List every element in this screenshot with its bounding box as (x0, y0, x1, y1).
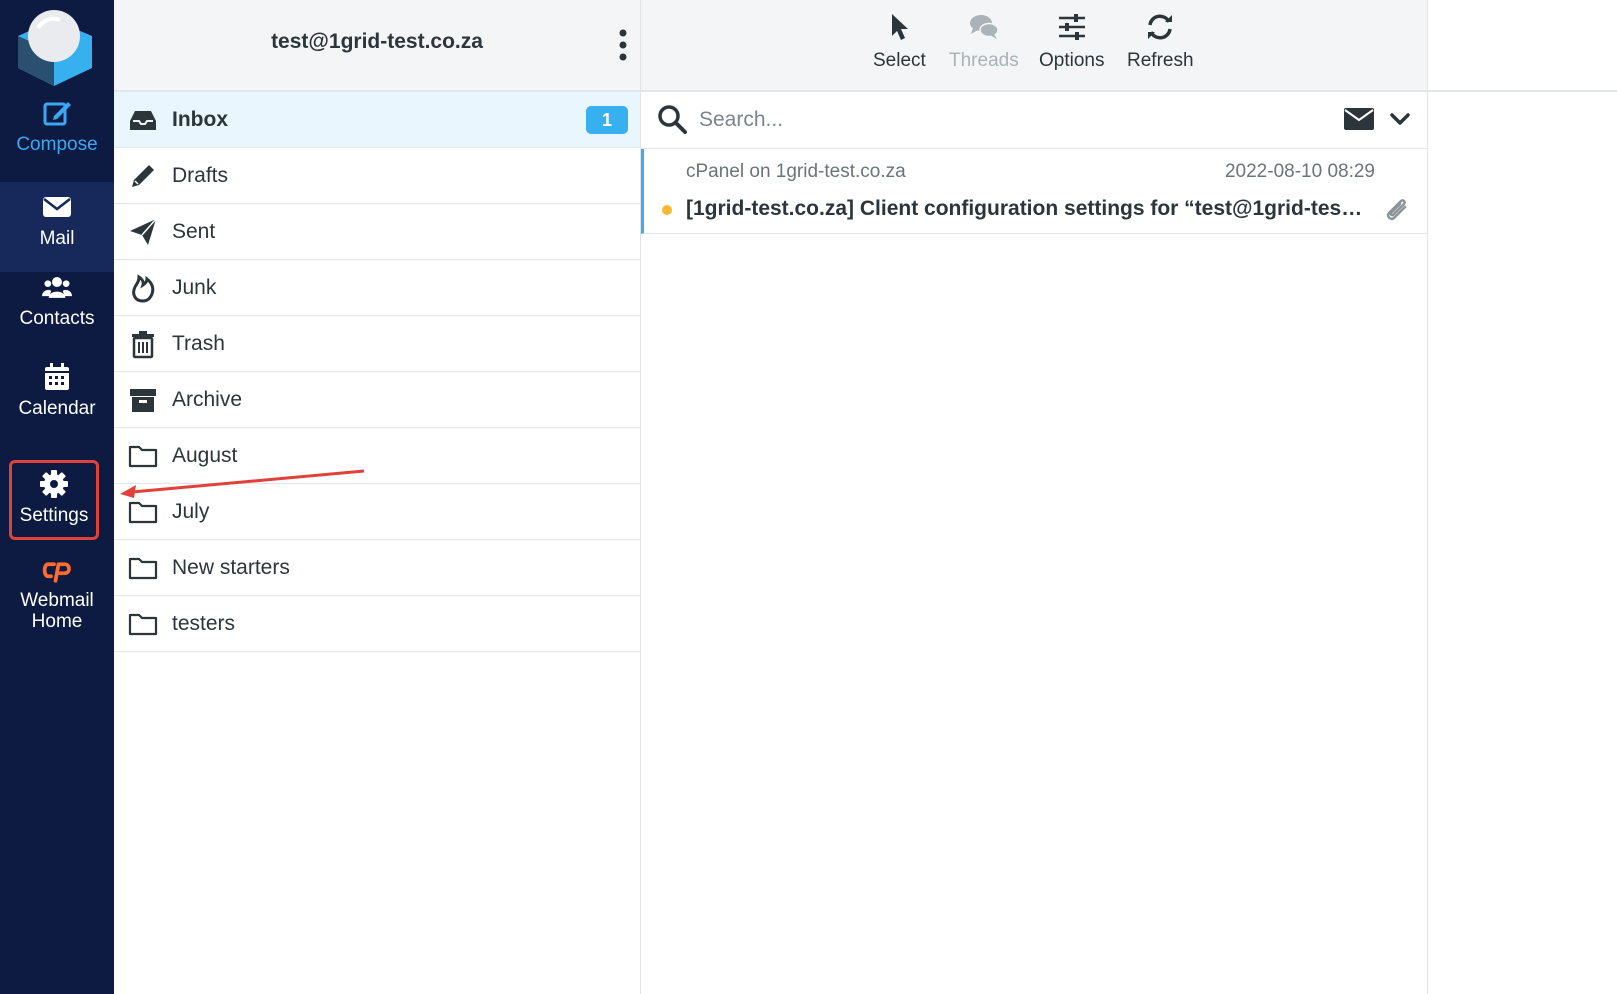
select-label: Select (873, 50, 926, 71)
envelope-icon (43, 197, 71, 217)
nav-settings-label: Settings (19, 505, 89, 526)
app-nav: Compose Mail Contacts Calendar Settings … (0, 0, 114, 994)
paperclip-icon (1386, 199, 1407, 221)
compose-icon (43, 102, 71, 126)
folder-label: Sent (172, 219, 216, 243)
nav-mail[interactable]: Mail (0, 182, 114, 272)
message-date: 2022-08-10 08:29 (1224, 161, 1375, 182)
threads-button[interactable]: Threads (949, 12, 1019, 72)
unread-dot (662, 205, 672, 215)
inbox-icon (130, 110, 156, 130)
folder-icon (128, 613, 158, 635)
nav-webmail-label-line2: Home (31, 611, 83, 632)
preview-header (1428, 0, 1617, 92)
nav-calendar[interactable]: Calendar (0, 362, 114, 452)
roundcube-logo-icon[interactable] (12, 6, 96, 88)
unread-count-badge: 1 (586, 106, 628, 134)
refresh-button[interactable]: Refresh (1127, 12, 1194, 72)
folder-label: Junk (172, 275, 217, 299)
chevron-down-icon[interactable] (1389, 108, 1411, 130)
kebab-menu-icon[interactable] (614, 28, 632, 62)
folder-testers[interactable]: testers (114, 596, 640, 652)
nav-contacts-label: Contacts (19, 308, 95, 329)
nav-mail-label: Mail (39, 228, 75, 249)
nav-compose-label: Compose (16, 134, 98, 155)
archive-box-icon (130, 388, 156, 412)
cpanel-icon (42, 562, 71, 583)
search-input[interactable] (697, 102, 1261, 138)
search-bar (641, 92, 1427, 149)
pencil-icon (132, 164, 154, 187)
users-icon (42, 277, 72, 298)
folder-trash[interactable]: Trash (114, 316, 640, 372)
nav-contacts[interactable]: Contacts (0, 272, 114, 362)
folder-icon (128, 445, 158, 467)
folder-icon (128, 557, 158, 579)
envelope-icon[interactable] (1343, 106, 1375, 132)
account-email: test@1grid-test.co.za (271, 30, 483, 53)
sliders-icon (1058, 14, 1085, 40)
options-label: Options (1039, 50, 1105, 71)
folder-label: testers (172, 611, 236, 635)
preview-pane (1428, 0, 1617, 994)
fire-icon (132, 273, 155, 303)
folder-july[interactable]: July (114, 484, 640, 540)
threads-label: Threads (949, 50, 1019, 71)
toolbar: Select Threads Options Refresh (641, 0, 1427, 92)
message-from: cPanel on 1grid-test.co.za (686, 161, 906, 182)
folder-drafts[interactable]: Drafts (114, 148, 640, 204)
folder-new-starters[interactable]: New starters (114, 540, 640, 596)
select-button[interactable]: Select (873, 12, 926, 72)
folder-label: Archive (172, 387, 243, 411)
trash-icon (132, 330, 154, 358)
options-button[interactable]: Options (1039, 12, 1104, 72)
search-icon[interactable] (657, 104, 687, 134)
nav-calendar-label: Calendar (18, 398, 96, 419)
chat-bubbles-icon (969, 15, 999, 39)
paper-plane-icon (130, 218, 157, 245)
message-row[interactable]: cPanel on 1grid-test.co.za 2022-08-10 08… (641, 149, 1427, 234)
folder-label: Trash (172, 331, 225, 355)
message-list-pane: Select Threads Options Refresh Search...… (641, 0, 1428, 994)
folder-label: August (172, 443, 238, 467)
folder-icon (128, 501, 158, 523)
folder-label: Drafts (172, 163, 229, 187)
folder-pane-header: test@1grid-test.co.za (114, 0, 640, 92)
folder-august[interactable]: August (114, 428, 640, 484)
folder-pane: test@1grid-test.co.za Inbox 1 Drafts Sen… (114, 0, 641, 994)
folder-inbox[interactable]: Inbox 1 (114, 92, 640, 148)
refresh-label: Refresh (1127, 50, 1194, 71)
folder-label: Inbox (172, 107, 228, 131)
folder-junk[interactable]: Junk (114, 260, 640, 316)
pointer-icon (892, 14, 909, 40)
calendar-icon (45, 363, 69, 390)
refresh-icon (1148, 14, 1173, 40)
nav-settings[interactable]: Settings (9, 460, 99, 540)
folder-archive[interactable]: Archive (114, 372, 640, 428)
message-subject: [1grid-test.co.za] Client configuration … (686, 197, 1366, 220)
nav-webmail-home[interactable]: Webmail Home (0, 556, 114, 636)
nav-compose[interactable]: Compose (0, 98, 114, 188)
folder-sent[interactable]: Sent (114, 204, 640, 260)
nav-webmail-label-line1: Webmail (20, 590, 94, 611)
folder-label: July (172, 499, 210, 523)
gear-icon (40, 470, 68, 498)
folder-label: New starters (172, 555, 290, 579)
